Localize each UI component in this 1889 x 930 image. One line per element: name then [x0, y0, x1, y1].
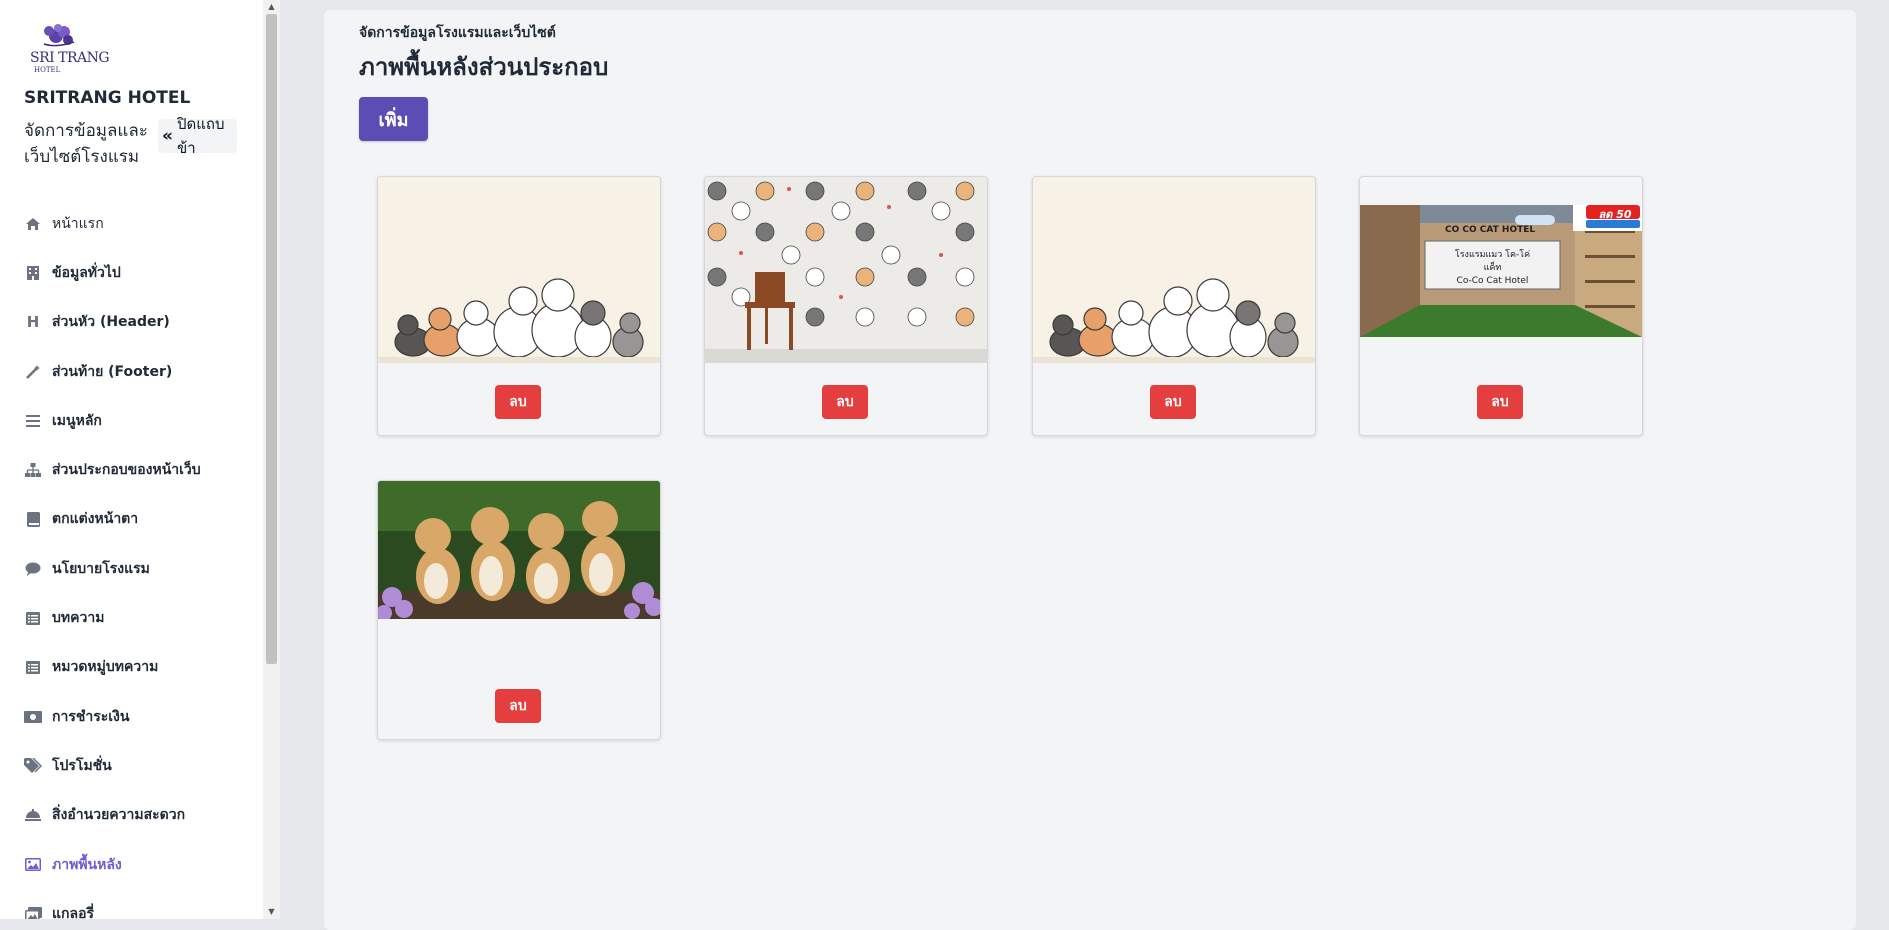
- sidebar-item-label: ส่วนท้าย (Footer): [52, 363, 173, 380]
- double-chevron-left-icon: «: [162, 126, 173, 146]
- collapse-sidebar-button[interactable]: « ปิดแถบข้า: [158, 115, 237, 157]
- sidebar-item-label: บทความ: [52, 610, 105, 627]
- background-image-thumbnail[interactable]: [378, 177, 660, 363]
- sidebar-item-articles[interactable]: บทความ: [24, 593, 260, 642]
- sidebar-item-label: แกลอรี่: [52, 905, 95, 919]
- hotel-logo: SRI TRANG HOTEL: [30, 22, 114, 74]
- delete-button[interactable]: ลบ: [495, 689, 541, 723]
- image-card: โรงแรมแมว โค-โค่ แค็ท Co-Co Cat Hotel CO…: [1359, 176, 1643, 436]
- add-button[interactable]: เพิ่ม: [359, 97, 428, 141]
- collapse-label: ปิดแถบข้า: [176, 115, 225, 157]
- sitemap-icon: [24, 461, 42, 479]
- home-icon: [24, 215, 42, 233]
- sidebar-item-label: โปรโมชั่น: [52, 757, 112, 774]
- background-image-thumbnail[interactable]: [378, 481, 660, 619]
- breadcrumb: จัดการข้อมูลโรงแรมและเว็บไซต์: [359, 25, 556, 41]
- image-card: ลบ: [377, 480, 661, 740]
- scrollbar-thumb[interactable]: [266, 14, 277, 664]
- sidebar-item-hotel-policy[interactable]: นโยบายโรงแรม: [24, 544, 260, 593]
- background-image-thumbnail[interactable]: โรงแรมแมว โค-โค่ แค็ท Co-Co Cat Hotel CO…: [1360, 205, 1642, 337]
- delete-button[interactable]: ลบ: [495, 385, 541, 419]
- delete-button[interactable]: ลบ: [1477, 385, 1523, 419]
- hotel-name: SRITRANG HOTEL: [24, 88, 191, 108]
- sidebar-item-label: ตกแต่งหน้าตา: [52, 511, 139, 528]
- sidebar-item-main-menu[interactable]: เมนูหลัก: [24, 396, 260, 445]
- book-icon: [24, 510, 42, 528]
- heading-icon: H: [26, 313, 40, 332]
- sidebar-item-label: นโยบายโรงแรม: [52, 560, 150, 577]
- list-icon: [24, 609, 42, 627]
- scroll-down-arrow-icon[interactable]: ▼: [263, 905, 280, 919]
- page-title: ภาพพื้นหลังส่วนประกอบ: [359, 53, 609, 81]
- sidebar-item-label: ส่วนหัว (Header): [52, 314, 170, 331]
- tags-icon: [24, 757, 42, 775]
- sidebar-item-promotions[interactable]: โปรโมชั่น: [24, 741, 260, 790]
- sidebar: SRI TRANG HOTEL SRITRANG HOTEL จัดการข้อ…: [0, 0, 263, 919]
- image-card: ลบ: [1032, 176, 1316, 436]
- image-icon: [24, 856, 42, 874]
- bars-icon: [24, 412, 42, 430]
- sidebar-item-header[interactable]: H ส่วนหัว (Header): [24, 298, 260, 347]
- sidebar-item-facilities[interactable]: สิ่งอำนวยความสะดวก: [24, 791, 260, 840]
- logo-sub: HOTEL: [34, 66, 61, 74]
- sidebar-nav: หน้าแรก ข้อมูลทั่วไป H ส่วนหัว (Header) …: [24, 199, 260, 919]
- scroll-up-arrow-icon[interactable]: ▲: [263, 0, 280, 14]
- building-icon: [24, 264, 42, 282]
- banner-line: CO CO CAT HOTEL: [1445, 225, 1536, 235]
- sidebar-item-gallery[interactable]: แกลอรี่: [24, 889, 260, 919]
- sidebar-item-home[interactable]: หน้าแรก: [24, 199, 260, 248]
- delete-button[interactable]: ลบ: [822, 385, 868, 419]
- sidebar-item-general-info[interactable]: ข้อมูลทั่วไป: [24, 248, 260, 297]
- sidebar-item-label: เมนูหลัก: [52, 412, 102, 429]
- sidebar-item-page-components[interactable]: ส่วนประกอบของหน้าเว็บ: [24, 445, 260, 494]
- signboard-line-2: Co-Co Cat Hotel: [1456, 276, 1529, 286]
- main-panel: จัดการข้อมูลโรงแรมและเว็บไซต์ ภาพพื้นหลั…: [324, 10, 1856, 930]
- image-card: ลบ: [377, 176, 661, 436]
- banner-badge: ลด 50: [1598, 208, 1632, 221]
- delete-button[interactable]: ลบ: [1150, 385, 1196, 419]
- flower-logo-icon: [43, 24, 75, 47]
- sidebar-item-payment[interactable]: การชำระเงิน: [24, 692, 260, 741]
- sidebar-item-label: หน้าแรก: [52, 215, 104, 232]
- background-image-thumbnail[interactable]: [1033, 177, 1315, 363]
- sidebar-item-backgrounds[interactable]: ภาพพื้นหลัง: [24, 840, 260, 889]
- magic-wand-icon: [24, 363, 42, 381]
- sidebar-item-label: ข้อมูลทั่วไป: [52, 264, 121, 281]
- sidebar-item-label: หมวดหมู่บทความ: [52, 659, 159, 676]
- image-card: ลบ: [704, 176, 988, 436]
- list-icon: [24, 658, 42, 676]
- sidebar-item-appearance[interactable]: ตกแต่งหน้าตา: [24, 495, 260, 544]
- service-bell-icon: [24, 806, 42, 824]
- comment-icon: [24, 560, 42, 578]
- sidebar-item-label: ส่วนประกอบของหน้าเว็บ: [52, 462, 201, 479]
- money-icon: [24, 708, 42, 726]
- sidebar-item-label: สิ่งอำนวยความสะดวก: [52, 807, 186, 824]
- sidebar-item-footer[interactable]: ส่วนท้าย (Footer): [24, 347, 260, 396]
- sidebar-item-article-categories[interactable]: หมวดหมู่บทความ: [24, 643, 260, 692]
- logo-text: SRI TRANG: [30, 50, 110, 66]
- background-image-thumbnail[interactable]: [705, 177, 987, 363]
- sidebar-item-label: การชำระเงิน: [52, 708, 130, 725]
- signboard-line-1: โรงแรมแมว โค-โค่ แค็ท: [1454, 250, 1531, 273]
- sidebar-item-label: ภาพพื้นหลัง: [52, 856, 122, 873]
- images-icon: [24, 905, 42, 919]
- sidebar-scrollbar[interactable]: ▲ ▼: [263, 0, 280, 919]
- sidebar-subtitle: จัดการข้อมูลและเว็บไซต์โรงแรม: [24, 121, 148, 167]
